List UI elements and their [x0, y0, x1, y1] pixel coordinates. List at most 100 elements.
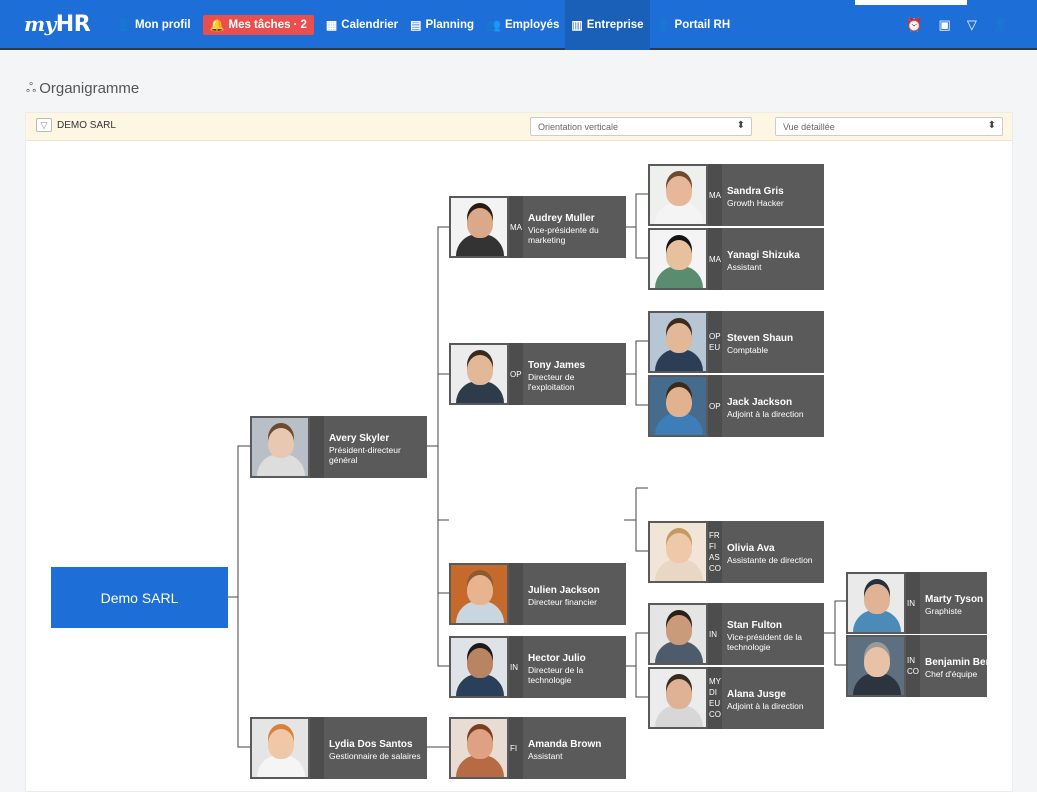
- employee-name: Alana Jusge: [727, 688, 786, 700]
- employee-info: Steven Shaun Comptable: [722, 311, 797, 373]
- employee-info: Stan Fulton Vice-président de la technolo…: [722, 603, 824, 665]
- employee-info: Marty Tyson Graphiste: [920, 572, 987, 634]
- employee-name: Sandra Gris: [727, 185, 784, 197]
- department-code: MY: [709, 677, 721, 686]
- employee-card[interactable]: Avery Skyler Président-directeur général: [250, 416, 427, 478]
- employee-name: Steven Shaun: [727, 332, 794, 344]
- department-code: FI: [709, 542, 717, 551]
- employee-name: Julien Jackson: [528, 584, 600, 596]
- employee-name: Olivia Ava: [727, 542, 775, 554]
- department-code: MA: [510, 222, 522, 232]
- employee-photo: [648, 311, 708, 373]
- company-root-node[interactable]: Demo SARL: [51, 567, 228, 628]
- employee-photo: [648, 375, 708, 437]
- department-codes: IN: [509, 636, 523, 698]
- department-codes: OP: [708, 375, 722, 437]
- employee-photo: [648, 521, 708, 583]
- employee-title: Directeur financier: [528, 596, 597, 607]
- department-code: EU: [709, 699, 721, 708]
- employee-name: Lydia Dos Santos: [329, 738, 413, 750]
- employee-card[interactable]: MA Audrey Muller Vice-présidente du market…: [449, 196, 626, 258]
- employee-photo: [449, 343, 509, 405]
- department-code: FR: [709, 531, 720, 540]
- employee-photo: [846, 635, 906, 697]
- employee-title: Directeur de la technologie: [528, 665, 584, 685]
- department-code: FI: [510, 743, 518, 753]
- employee-photo: [449, 636, 509, 698]
- employee-name: Audrey Muller: [528, 213, 595, 224]
- department-codes: IN: [906, 572, 920, 634]
- department-codes: IN CO: [906, 635, 920, 697]
- company-root-label: Demo SARL: [100, 589, 179, 606]
- employee-info: Hector Julio Directeur de la technologie: [523, 636, 626, 698]
- department-codes: [310, 717, 324, 779]
- employee-info: Audrey Muller Vice-présidente du marketin…: [523, 196, 626, 258]
- employee-name: Tony James: [528, 360, 586, 371]
- department-code: IN: [907, 656, 915, 665]
- employee-title: Assistant: [528, 750, 563, 761]
- employee-card[interactable]: IN CO Benjamin Ber Chef d'équipe: [846, 635, 987, 697]
- employee-photo: [648, 228, 708, 290]
- department-codes: FI: [509, 717, 523, 779]
- department-codes: OP: [509, 343, 523, 405]
- employee-title: Adjoint à la direction: [727, 408, 804, 419]
- employee-card[interactable]: Lydia Dos Santos Gestionnaire de salaires: [250, 717, 427, 779]
- employee-card[interactable]: MA Yanagi Shizuka Assistant: [648, 228, 824, 290]
- employee-title: Assistante de direction: [727, 554, 813, 565]
- employee-info: Olivia Ava Assistante de direction: [722, 521, 817, 583]
- department-code: OP: [510, 369, 522, 379]
- department-codes: MY DI EU CO: [708, 667, 722, 729]
- employee-card[interactable]: IN Stan Fulton Vice-président de la techno…: [648, 603, 824, 665]
- employee-title: Président-directeur général: [329, 445, 401, 465]
- employee-card[interactable]: OP Tony James Directeur de l'exploitation: [449, 343, 626, 405]
- employee-card[interactable]: OP Jack Jackson Adjoint à la direction: [648, 375, 824, 437]
- employee-name: Benjamin Ber: [925, 656, 987, 668]
- employee-title: Comptable: [727, 344, 769, 355]
- employee-card[interactable]: IN Hector Julio Directeur de la technologi…: [449, 636, 626, 698]
- employee-card[interactable]: Julien Jackson Directeur financier: [449, 563, 626, 625]
- employee-info: Lydia Dos Santos Gestionnaire de salaires: [324, 717, 425, 779]
- employee-name: Yanagi Shizuka: [727, 249, 800, 261]
- department-code: EU: [709, 343, 721, 352]
- employee-info: Julien Jackson Directeur financier: [523, 563, 604, 625]
- employee-name: Marty Tyson: [925, 593, 984, 605]
- employee-photo: [648, 603, 708, 665]
- employee-info: Amanda Brown Assistant: [523, 717, 605, 779]
- employee-info: Benjamin Ber Chef d'équipe: [920, 635, 987, 697]
- employee-card[interactable]: IN Marty Tyson Graphiste: [846, 572, 987, 634]
- employee-info: Tony James Directeur de l'exploitation: [523, 343, 626, 405]
- department-code: DI: [709, 688, 717, 697]
- employee-card[interactable]: MY DI EU CO Alana Jusge Adjoint à la directio…: [648, 667, 824, 729]
- employee-photo: [250, 717, 310, 779]
- employee-info: Jack Jackson Adjoint à la direction: [722, 375, 808, 437]
- employee-photo: [846, 572, 906, 634]
- page-scrollbar[interactable]: [1023, 52, 1037, 778]
- employee-card[interactable]: MA Sandra Gris Growth Hacker: [648, 164, 824, 226]
- department-codes: FR FI AS CO: [708, 521, 722, 583]
- department-code: IN: [709, 629, 717, 639]
- employee-card[interactable]: OP EU Steven Shaun Comptable: [648, 311, 824, 373]
- employee-info: Avery Skyler Président-directeur général: [324, 416, 427, 478]
- org-chart: Demo SARL Avery Skyler Président-directeu…: [0, 0, 1037, 779]
- department-code: OP: [709, 401, 721, 411]
- employee-title: Growth Hacker: [727, 197, 784, 208]
- employee-title: Vice-président de la technologie: [727, 632, 802, 652]
- employee-photo: [648, 164, 708, 226]
- employee-name: Amanda Brown: [528, 738, 602, 750]
- department-codes: IN: [708, 603, 722, 665]
- employee-title: Adjoint à la direction: [727, 700, 804, 711]
- department-codes: [310, 416, 324, 478]
- employee-title: Chef d'équipe: [925, 668, 978, 679]
- employee-card[interactable]: FI Amanda Brown Assistant: [449, 717, 626, 779]
- department-code: MA: [709, 190, 721, 200]
- employee-card[interactable]: FR FI AS CO Olivia Ava Assistante de directio…: [648, 521, 824, 583]
- department-codes: MA: [708, 164, 722, 226]
- department-code: IN: [510, 662, 518, 672]
- department-code: OP: [709, 332, 721, 341]
- department-code: MA: [709, 254, 721, 264]
- employee-photo: [449, 196, 509, 258]
- employee-name: Jack Jackson: [727, 396, 793, 408]
- employee-info: Yanagi Shizuka Assistant: [722, 228, 804, 290]
- employee-photo: [449, 563, 509, 625]
- employee-title: Directeur de l'exploitation: [528, 372, 575, 392]
